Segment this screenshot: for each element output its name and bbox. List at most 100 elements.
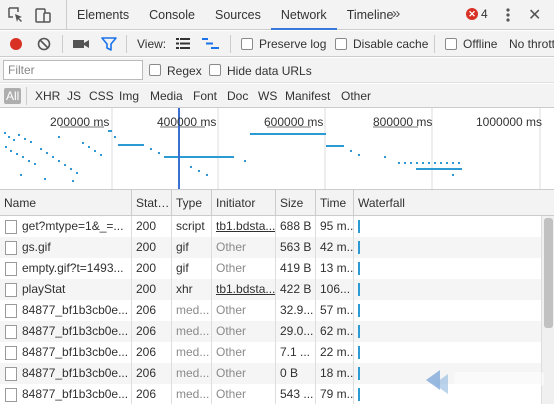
column-header-status[interactable]: Stat…	[132, 190, 172, 216]
large-rows-icon[interactable]	[176, 37, 190, 50]
regex-label: Regex	[167, 64, 202, 78]
type-filter-manifest[interactable]: Manifest	[283, 88, 332, 104]
cell-initiator: Other	[212, 258, 276, 279]
cell-size: 0 B	[276, 363, 316, 384]
network-toolbar: View: Preserve log Disable cache Offline…	[0, 31, 554, 57]
file-icon	[5, 304, 17, 318]
hide-data-urls-checkbox[interactable]	[209, 64, 221, 76]
cell-type: med...	[172, 321, 212, 342]
type-filter-font[interactable]: Font	[191, 88, 219, 104]
cell-type: med...	[172, 363, 212, 384]
cell-time: 18 m...	[316, 363, 354, 384]
cell-initiator[interactable]: tb1.bdsta...	[212, 216, 276, 237]
type-filter-doc[interactable]: Doc	[225, 88, 250, 104]
overview-tick-label: 1000000 ms	[476, 115, 543, 129]
cell-waterfall	[354, 279, 541, 300]
regex-checkbox[interactable]	[149, 64, 161, 76]
file-icon	[5, 346, 17, 360]
column-header-size[interactable]: Size	[276, 190, 316, 216]
type-filter-js[interactable]: JS	[65, 88, 83, 104]
error-counter[interactable]: ✕ 4	[466, 7, 488, 21]
file-icon	[5, 388, 17, 402]
disable-cache-label: Disable cache	[353, 37, 429, 51]
type-divider	[26, 87, 27, 105]
table-row[interactable]: gs.gif 200 gif Other 563 B 42 m...	[0, 237, 554, 258]
disable-cache-checkbox[interactable]	[335, 38, 347, 50]
device-toolbar-icon[interactable]	[34, 6, 52, 24]
overview-tick-label: 800000 ms	[373, 115, 433, 129]
inspect-element-icon[interactable]	[7, 6, 25, 24]
cell-name: 84877_bf1b3cb0e...	[0, 342, 132, 363]
table-row[interactable]: 84877_bf1b3cb0e... 206 med... Other 29.0... 6…	[0, 321, 554, 342]
scrollbar-thumb[interactable]	[544, 218, 553, 328]
cell-size: 563 B	[276, 237, 316, 258]
cell-type: xhr	[172, 279, 212, 300]
clear-icon[interactable]	[36, 36, 52, 52]
preserve-log-checkbox[interactable]	[241, 38, 253, 50]
cell-time: 62 m...	[316, 321, 354, 342]
tab-console[interactable]: Console	[139, 0, 205, 30]
cell-initiator: Other	[212, 363, 276, 384]
tab-network[interactable]: Network	[270, 0, 337, 30]
cell-size: 688 B	[276, 216, 316, 237]
toolbar-divider	[434, 35, 435, 53]
toolbar-divider	[126, 35, 127, 53]
capture-screenshots-icon[interactable]	[72, 37, 90, 51]
tab-sources[interactable]: Sources	[205, 0, 271, 30]
column-header-waterfall[interactable]: Waterfall	[354, 190, 541, 216]
type-filter-img[interactable]: Img	[117, 88, 141, 104]
cell-size: 29.0...	[276, 321, 316, 342]
cell-status: 200	[132, 237, 172, 258]
column-header-name[interactable]: Name	[0, 190, 132, 216]
column-header-time[interactable]: Time	[316, 190, 354, 216]
overview-tick-label: 400000 ms	[157, 115, 217, 129]
cell-status: 200	[132, 216, 172, 237]
waterfall-bar	[358, 220, 360, 233]
type-filter-css[interactable]: CSS	[87, 88, 116, 104]
record-icon[interactable]	[8, 36, 24, 52]
cell-name: playStat	[0, 279, 132, 300]
cell-initiator[interactable]: tb1.bdsta...	[212, 279, 276, 300]
cell-status: 206	[132, 363, 172, 384]
cell-waterfall	[354, 300, 541, 321]
cell-type: med...	[172, 300, 212, 321]
column-header-type[interactable]: Type	[172, 190, 212, 216]
cell-time: 57 m...	[316, 300, 354, 321]
throttling-select[interactable]: No throttling	[509, 37, 554, 51]
offline-checkbox[interactable]	[445, 38, 457, 50]
type-filter-ws[interactable]: WS	[256, 88, 279, 104]
error-icon: ✕	[466, 8, 478, 20]
waterfall-bar	[358, 262, 360, 275]
cell-initiator: Other	[212, 300, 276, 321]
cell-type: med...	[172, 342, 212, 363]
timeline-overview[interactable]: 200000 ms 400000 ms 600000 ms 800000 ms …	[0, 108, 554, 190]
type-filter-all[interactable]: All	[4, 88, 22, 104]
cell-time: 95 m...	[316, 216, 354, 237]
cell-time: 42 m...	[316, 237, 354, 258]
more-options-icon[interactable]	[506, 7, 510, 23]
more-tabs-icon[interactable]: »	[392, 5, 400, 22]
type-filter-other[interactable]: Other	[339, 88, 373, 104]
waterfall-overview-icon[interactable]	[202, 37, 220, 50]
close-icon[interactable]: ✕	[528, 5, 541, 25]
cell-name: 84877_bf1b3cb0e...	[0, 321, 132, 342]
filter-bar: Regex Hide data URLs	[0, 58, 554, 83]
file-icon	[5, 262, 17, 276]
cell-name: 84877_bf1b3cb0e...	[0, 300, 132, 321]
table-row[interactable]: get?mtype=1&_=... 200 script tb1.bdsta... 68…	[0, 216, 554, 237]
cell-type: gif	[172, 258, 212, 279]
type-filter-media[interactable]: Media	[148, 88, 185, 104]
table-row[interactable]: 84877_bf1b3cb0e... 206 med... Other 32.9... 5…	[0, 300, 554, 321]
cell-initiator: Other	[212, 237, 276, 258]
filter-icon[interactable]	[101, 36, 117, 52]
filter-input[interactable]	[3, 60, 143, 80]
type-filter-xhr[interactable]: XHR	[33, 88, 62, 104]
table-row[interactable]: empty.gif?t=1493... 200 gif Other 419 B 13 m.…	[0, 258, 554, 279]
tab-elements[interactable]: Elements	[67, 0, 139, 30]
table-row[interactable]: playStat 200 xhr tb1.bdsta... 422 B 106...	[0, 279, 554, 300]
file-icon	[5, 367, 17, 381]
cell-name: empty.gif?t=1493...	[0, 258, 132, 279]
cell-waterfall	[354, 321, 541, 342]
column-header-initiator[interactable]: Initiator	[212, 190, 276, 216]
overview-tick-label: 600000 ms	[264, 115, 324, 129]
